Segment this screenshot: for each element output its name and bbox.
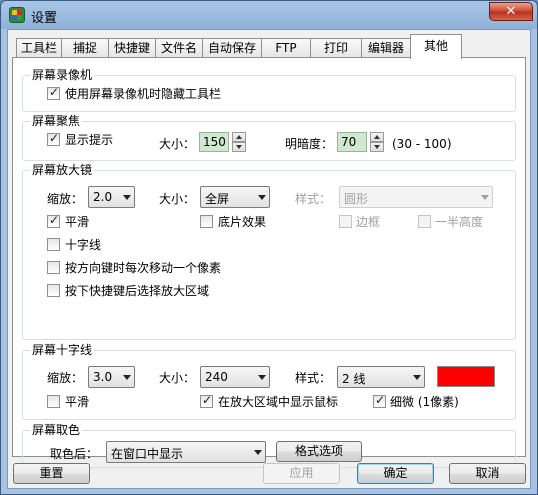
group-spotlight: 屏幕聚焦 显示提示 大小： 150 明暗度： 70 (30 - 100): [22, 114, 516, 161]
chevron-down-icon: [258, 195, 266, 200]
tab-editor[interactable]: 编辑器: [361, 38, 411, 58]
chevron-down-icon: [123, 195, 131, 200]
thin-line-label: 细微 (1像素): [390, 395, 459, 409]
magnifier-size-select[interactable]: 全屏: [200, 186, 270, 208]
spin-up-arrow-icon[interactable]: [370, 132, 384, 142]
tab-autosave[interactable]: 自动保存: [202, 38, 262, 58]
chevron-down-icon: [123, 375, 131, 380]
arrow-move-label: 按方向键时每次移动一个像素: [65, 261, 222, 275]
hide-toolbar-checkbox[interactable]: [47, 85, 60, 100]
group-title-screen-recorder: 屏幕录像机: [30, 68, 95, 82]
tab-other[interactable]: 其他: [410, 34, 462, 59]
half-height-label: 一半高度: [435, 215, 484, 229]
group-screen-recorder: 屏幕录像机 使用屏幕录像机时隐藏工具栏: [22, 68, 516, 112]
spotlight-size-input[interactable]: 150: [199, 132, 229, 152]
settings-window: 设置 ✕ 工具栏 捕捉 快捷键 文件名 自动保存 FTP 打印 编辑器 其他 屏…: [0, 0, 538, 495]
close-button[interactable]: ✕: [489, 2, 533, 21]
magnifier-size-value: 全屏: [205, 192, 230, 206]
magnifier-size-label: 大小：: [159, 192, 196, 206]
group-title-color-picker: 屏幕取色: [30, 423, 83, 437]
crosshair-smooth-label: 平滑: [65, 395, 90, 409]
spotlight-size-label: 大小：: [159, 137, 196, 151]
group-magnifier: 屏幕放大镜 缩放： 2.0 大小： 全屏 样式： 圆形 平滑: [22, 163, 516, 340]
tab-toolbar[interactable]: 工具栏: [16, 38, 62, 58]
crosshair-zoom-label: 缩放：: [47, 371, 84, 385]
cancel-button[interactable]: 取消: [449, 463, 526, 484]
crosshair-size-select[interactable]: 240: [200, 366, 270, 388]
tab-panel-other: 屏幕录像机 使用屏幕录像机时隐藏工具栏 屏幕聚焦 显示提示 大小： 150 明暗…: [12, 57, 526, 468]
border-label: 边框: [356, 215, 381, 229]
show-cursor-label: 在放大区域中显示鼠标: [218, 395, 339, 409]
group-crosshair: 屏幕十字线 缩放： 3.0 大小： 240 样式： 2 线 平滑 ✓ 在放大区域…: [22, 343, 516, 420]
group-title-crosshair: 屏幕十字线: [30, 343, 95, 357]
brightness-label: 明暗度：: [285, 137, 334, 151]
window-title: 设置: [31, 11, 58, 26]
spin-down-arrow-icon[interactable]: [370, 142, 384, 152]
hotkey-select-checkbox[interactable]: [47, 284, 60, 297]
arrow-move-checkbox[interactable]: [47, 261, 60, 274]
crosshair-color-swatch[interactable]: [437, 366, 495, 387]
chevron-down-icon: [258, 375, 266, 380]
tab-print[interactable]: 打印: [310, 38, 362, 58]
show-cursor-checkbox[interactable]: [200, 393, 213, 408]
crosshair-smooth-checkbox[interactable]: [47, 395, 60, 408]
magnifier-style-value: 圆形: [344, 192, 369, 206]
crosshair-checkbox[interactable]: [47, 238, 60, 251]
app-icon: [9, 7, 25, 23]
tab-capture[interactable]: 捕捉: [61, 38, 109, 58]
film-effect-label: 底片效果: [218, 215, 267, 229]
group-title-magnifier: 屏幕放大镜: [30, 163, 95, 177]
crosshair-zoom-select[interactable]: 3.0: [88, 366, 135, 388]
half-height-checkbox[interactable]: [418, 215, 431, 228]
spin-up-arrow-icon[interactable]: [232, 132, 246, 142]
hide-toolbar-label: 使用屏幕录像机时隐藏工具栏: [65, 87, 222, 101]
after-pick-select[interactable]: 在窗口中显示: [106, 441, 266, 463]
film-effect-checkbox[interactable]: [200, 215, 213, 228]
magnifier-zoom-select[interactable]: 2.0: [88, 186, 135, 208]
after-pick-value: 在窗口中显示: [111, 447, 184, 461]
thin-line-checkbox[interactable]: [373, 393, 386, 408]
tab-filename[interactable]: 文件名: [155, 38, 203, 58]
crosshair-zoom-value: 3.0: [93, 370, 113, 384]
hotkey-select-label: 按下快捷键后选择放大区域: [65, 284, 210, 298]
border-checkbox[interactable]: [339, 215, 352, 228]
format-options-button[interactable]: 格式选项: [276, 441, 362, 462]
after-pick-label: 取色后：: [50, 447, 99, 461]
reset-button[interactable]: 重置: [13, 463, 90, 484]
chevron-down-icon: [413, 375, 421, 380]
magnifier-style-select[interactable]: 圆形: [339, 186, 493, 208]
magnifier-style-label: 样式：: [295, 192, 332, 206]
spin-down-arrow-icon[interactable]: [232, 142, 246, 152]
chevron-down-icon: [481, 195, 489, 200]
tab-hotkeys[interactable]: 快捷键: [108, 38, 156, 58]
ok-button[interactable]: 确定: [357, 463, 434, 484]
apply-button[interactable]: 应用: [263, 463, 340, 484]
dialog-client-area: 工具栏 捕捉 快捷键 文件名 自动保存 FTP 打印 编辑器 其他 屏幕录像机 …: [7, 29, 531, 489]
tab-strip: 工具栏 捕捉 快捷键 文件名 自动保存 FTP 打印 编辑器 其他: [12, 34, 528, 59]
magnifier-zoom-label: 缩放：: [47, 192, 84, 206]
crosshair-label: 十字线: [65, 238, 102, 252]
crosshair-style-label: 样式：: [295, 371, 332, 385]
magnifier-smooth-checkbox[interactable]: [47, 213, 60, 228]
brightness-range-text: (30 - 100): [392, 137, 452, 151]
tab-ftp[interactable]: FTP: [261, 38, 311, 58]
brightness-spinner[interactable]: [370, 132, 384, 152]
brightness-input[interactable]: 70: [337, 132, 367, 152]
title-bar[interactable]: 设置 ✕: [1, 1, 537, 29]
show-hint-checkbox[interactable]: [47, 131, 60, 146]
crosshair-size-label: 大小：: [159, 371, 196, 385]
magnifier-zoom-value: 2.0: [93, 190, 113, 204]
crosshair-size-value: 240: [205, 370, 228, 384]
spotlight-size-spinner[interactable]: [232, 132, 246, 152]
magnifier-smooth-label: 平滑: [65, 215, 90, 229]
crosshair-style-value: 2 线: [342, 372, 366, 386]
chevron-down-icon: [254, 450, 262, 455]
crosshair-style-select[interactable]: 2 线: [337, 366, 425, 388]
show-hint-label: 显示提示: [65, 133, 114, 147]
group-title-spotlight: 屏幕聚焦: [30, 114, 83, 128]
